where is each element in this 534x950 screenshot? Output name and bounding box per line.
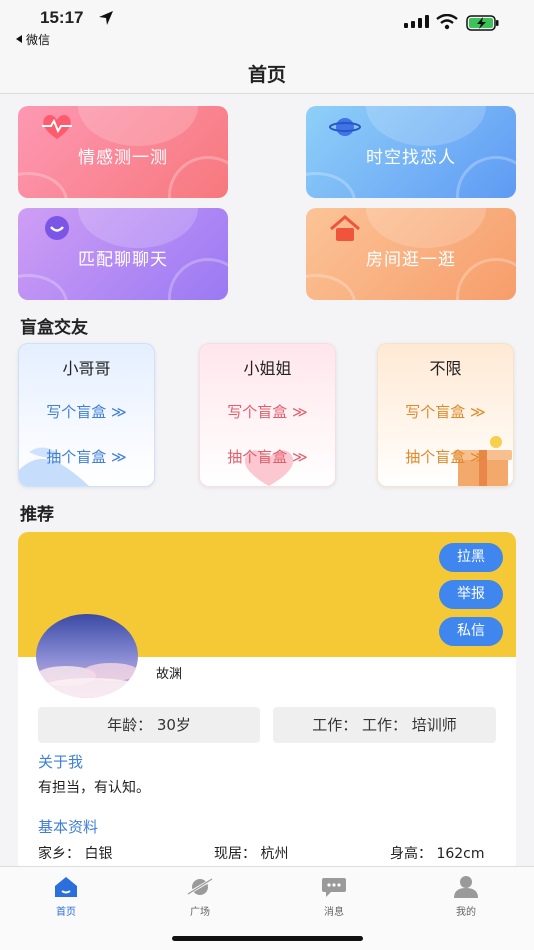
status-bar: 15:17 微信 [0,0,534,50]
tab-profile[interactable]: 我的 [426,875,506,918]
home-indicator [172,936,363,941]
draw-blind-box-link[interactable]: 抽个盲盒 ≫ [378,446,513,467]
decor-ring [306,274,356,300]
profile-name: 故渊 [156,667,183,682]
home-icon [55,877,77,897]
tab-square[interactable]: 广场 [160,875,240,918]
back-arrow-icon [16,35,22,43]
blind-box-card-title: 不限 [429,359,462,378]
tab-label: 我的 [456,907,476,918]
tab-messages[interactable]: 消息 [294,875,374,918]
recommend-title: 推荐 [20,505,54,525]
about-me-heading: 关于我 [38,753,84,771]
residence-info: 现居： 杭州 [214,846,289,862]
decor-ring [18,274,68,300]
blind-box-card-girl: 小姐姐 写个盲盒 ≫ 抽个盲盒 ≫ [199,343,336,487]
blind-box-card-title: 小姐姐 [243,359,292,378]
nav-bar: 首页 [0,50,534,94]
avatar[interactable] [36,614,138,698]
planet-icon [329,118,361,136]
blind-box-card-any: 不限 写个盲盒 ≫ 抽个盲盒 ≫ [377,343,514,487]
draw-blind-box-link[interactable]: 抽个盲盒 ≫ [200,446,335,467]
write-blind-box-link[interactable]: 写个盲盒 ≫ [378,401,513,422]
tab-home[interactable]: 首页 [26,875,106,918]
blind-box-card-title: 小哥哥 [62,359,111,378]
recommend-profile-card[interactable]: 拉黑 举报 私信 故渊 年龄： 30岁 工作： 工作： 培训师 关于我 有担当，… [18,532,516,872]
feature-emotion-test[interactable]: 情感测一测 [18,106,228,198]
feature-label: 时空找恋人 [366,148,456,168]
house-icon [330,215,360,241]
block-button[interactable]: 拉黑 [439,543,503,572]
job-info: 工作： 工作： 培训师 [273,707,496,743]
chat-bubble-icon [322,878,346,897]
status-time: 15:17 [40,8,84,27]
feature-find-lover[interactable]: 时空找恋人 [306,106,516,198]
height-info: 身高： 162cm [390,846,485,862]
private-message-button[interactable]: 私信 [439,617,503,646]
heart-pulse-icon [42,114,72,139]
hometown-info: 家乡： 白银 [38,846,113,862]
decor-ring [306,172,356,198]
basic-info-heading: 基本资料 [38,818,99,836]
decor-blob [366,208,486,248]
write-blind-box-link[interactable]: 写个盲盒 ≫ [19,401,154,422]
user-icon [454,876,478,898]
decor-blob [366,106,486,146]
tab-label: 首页 [56,907,76,918]
back-to-app-button[interactable]: 微信 [16,31,50,48]
battery-charging-icon [466,15,499,31]
tab-label: 广场 [190,907,210,918]
write-blind-box-link[interactable]: 写个盲盒 ≫ [200,401,335,422]
feature-match-chat[interactable]: 匹配聊聊天 [18,208,228,300]
blind-box-card-boy: 小哥哥 写个盲盒 ≫ 抽个盲盒 ≫ [18,343,155,487]
blind-box-title: 盲盒交友 [20,318,88,338]
age-info: 年龄： 30岁 [38,707,260,743]
feature-label: 房间逛一逛 [366,250,456,270]
report-button[interactable]: 举报 [439,580,503,609]
tab-label: 消息 [324,907,344,918]
decor-blob [78,208,198,248]
feature-label: 情感测一测 [78,148,168,168]
about-me-text: 有担当，有认知。 [38,780,150,796]
feature-label: 匹配聊聊天 [78,250,168,270]
decor-ring [18,172,68,198]
wifi-icon [436,14,458,30]
back-app-label: 微信 [26,33,51,47]
feature-room-browse[interactable]: 房间逛一逛 [306,208,516,300]
draw-blind-box-link[interactable]: 抽个盲盒 ≫ [19,446,154,467]
planet-ring-icon [187,878,213,895]
signal-icon [404,15,429,28]
location-arrow-icon [99,11,113,25]
smile-icon [45,216,69,240]
page-title: 首页 [247,64,286,86]
decor-blob [78,106,198,146]
